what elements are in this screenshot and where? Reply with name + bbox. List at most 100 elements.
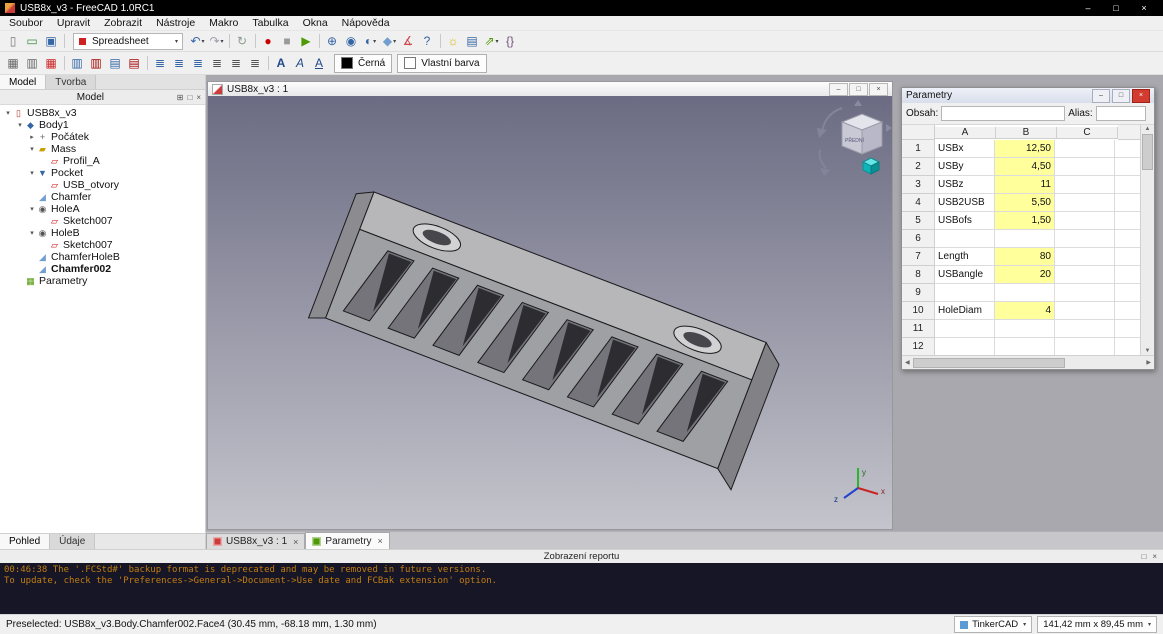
toolbar-button[interactable]: ▦ [4, 55, 23, 72]
tree-expander[interactable]: ▾ [15, 121, 25, 129]
column-header-partial[interactable] [1118, 125, 1140, 140]
tree-item[interactable]: ▱ Sketch007 [0, 215, 205, 227]
toolbar-button[interactable]: ⊕ [323, 33, 342, 50]
toolbar-button[interactable]: ↻ [233, 33, 252, 50]
cell-name[interactable]: Length [935, 248, 995, 266]
background-color-button[interactable]: Vlastní barva [397, 53, 487, 73]
cell-c[interactable] [1055, 320, 1115, 338]
row-header[interactable]: 3 [902, 176, 935, 194]
row-header[interactable]: 5 [902, 212, 935, 230]
row-header[interactable]: 7 [902, 248, 935, 266]
tree-expander[interactable]: ▾ [27, 169, 37, 177]
parametry-titlebar[interactable]: Parametry – □ × [902, 88, 1154, 103]
toolbar-button[interactable]: ● [259, 33, 278, 50]
toolbar-button[interactable]: ■ [278, 33, 297, 50]
panel-tab[interactable]: Tvorba [46, 75, 97, 89]
report-close-icon[interactable]: × [1152, 552, 1157, 561]
cell-d[interactable] [1115, 158, 1140, 176]
tree-expander[interactable]: ▾ [3, 109, 13, 117]
cell-c[interactable] [1055, 158, 1115, 176]
toolbar-button[interactable]: ≣ [151, 55, 170, 72]
cell-content-input[interactable] [941, 106, 1066, 121]
tree-expander[interactable]: ▾ [27, 205, 37, 213]
scroll-right-icon[interactable]: ▶ [1146, 359, 1151, 366]
cell-d[interactable] [1115, 212, 1140, 230]
report-float-icon[interactable]: □ [1141, 552, 1146, 561]
cell-c[interactable] [1055, 212, 1115, 230]
toolbar-button[interactable]: ≣ [189, 55, 208, 72]
scroll-left-icon[interactable]: ◀ [905, 359, 910, 366]
tree-item[interactable]: ▾ ◆ Body1 [0, 119, 205, 131]
tree-item[interactable]: ▾ ▯ USB8x_v3 [0, 107, 205, 119]
column-header[interactable]: A [935, 126, 996, 139]
cell-name[interactable]: USBofs [935, 212, 995, 230]
cell-c[interactable] [1055, 194, 1115, 212]
cell-c[interactable] [1055, 266, 1115, 284]
nav-cube-face-label[interactable]: PŘEDNÍ [845, 136, 865, 144]
document-tab[interactable]: Parametry × [305, 532, 390, 549]
tree-item[interactable]: ◢ Chamfer [0, 191, 205, 203]
cell-c[interactable] [1055, 284, 1115, 302]
horizontal-scrollbar[interactable]: ◀ ▶ [902, 355, 1154, 369]
cell-d[interactable] [1115, 194, 1140, 212]
cell-value[interactable] [995, 284, 1055, 302]
toolbar-button[interactable] [147, 56, 148, 70]
cell-name[interactable] [935, 338, 995, 355]
toolbar-button[interactable]: ▦ [42, 55, 61, 72]
toolbar-button[interactable] [440, 34, 441, 48]
cell-d[interactable] [1115, 302, 1140, 320]
panel-tab[interactable]: Pohled [0, 534, 51, 549]
menu-item[interactable]: Okna [296, 17, 335, 29]
cell-value[interactable]: 5,50 [995, 194, 1055, 212]
row-header[interactable]: 12 [902, 338, 935, 355]
tree-item[interactable]: ▾ ◉ HoleB [0, 227, 205, 239]
toolbar-button[interactable]: ▥ [87, 55, 106, 72]
foreground-color-button[interactable]: Černá [334, 53, 393, 73]
toolbar-button[interactable] [229, 34, 230, 48]
toolbar-button[interactable]: ≣ [227, 55, 246, 72]
cell-d[interactable] [1115, 320, 1140, 338]
viewport-restore-button[interactable]: □ [849, 82, 868, 96]
cell-value[interactable] [995, 338, 1055, 355]
toolbar-button[interactable]: ↷ ▾ [207, 33, 226, 50]
cell-d[interactable] [1115, 248, 1140, 266]
menu-item[interactable]: Makro [202, 17, 245, 29]
toolbar-button[interactable]: ▥ [23, 55, 42, 72]
cell-c[interactable] [1055, 302, 1115, 320]
cell-d[interactable] [1115, 266, 1140, 284]
tree-item[interactable]: ◢ ChamferHoleB [0, 251, 205, 263]
toolbar-button[interactable]: ⇗ ▾ [482, 33, 501, 50]
menu-item[interactable]: Tabulka [245, 17, 295, 29]
toolbar-button[interactable]: ≣ [170, 55, 189, 72]
viewport-close-button[interactable]: × [869, 82, 888, 96]
toolbar-button[interactable]: ↶ ▾ [188, 33, 207, 50]
cell-c[interactable] [1055, 140, 1115, 158]
viewport-3d-canvas[interactable]: PŘEDNÍ ⌂ y x z [208, 96, 892, 529]
toolbar-button[interactable]: ◉ [342, 33, 361, 50]
cell-value[interactable]: 4,50 [995, 158, 1055, 176]
tree-item[interactable]: ▱ USB_otvory [0, 179, 205, 191]
toolbar-button[interactable] [255, 34, 256, 48]
menu-item[interactable]: Upravit [50, 17, 97, 29]
toolbar-button[interactable]: ▤ [463, 33, 482, 50]
tab-close-icon[interactable]: × [293, 537, 298, 547]
panel-menu-icon[interactable]: ⊞ [177, 93, 184, 102]
toolbar-button[interactable]: ≣ [246, 55, 265, 72]
toolbar-button[interactable]: ▣ [42, 33, 61, 50]
parametry-restore-button[interactable]: □ [1112, 88, 1130, 103]
cell-value[interactable]: 80 [995, 248, 1055, 266]
toolbar-button[interactable] [268, 56, 269, 70]
menu-item[interactable]: Nástroje [149, 17, 202, 29]
row-header[interactable]: 2 [902, 158, 935, 176]
workbench-selector[interactable]: Spreadsheet ▾ [73, 32, 183, 50]
cell-name[interactable] [935, 320, 995, 338]
row-header[interactable]: 1 [902, 140, 935, 158]
toolbar-button[interactable]: ▯ [4, 33, 23, 50]
nav-home-icon[interactable]: ⌂ [882, 103, 887, 112]
parametry-minimize-button[interactable]: – [1092, 88, 1110, 103]
tree-item[interactable]: ▸ + Počátek [0, 131, 205, 143]
toolbar-button[interactable]: A [310, 55, 329, 72]
cell-name[interactable]: USBangle [935, 266, 995, 284]
cell-name[interactable]: USBy [935, 158, 995, 176]
toolbar-button[interactable]: ☼ [444, 33, 463, 50]
